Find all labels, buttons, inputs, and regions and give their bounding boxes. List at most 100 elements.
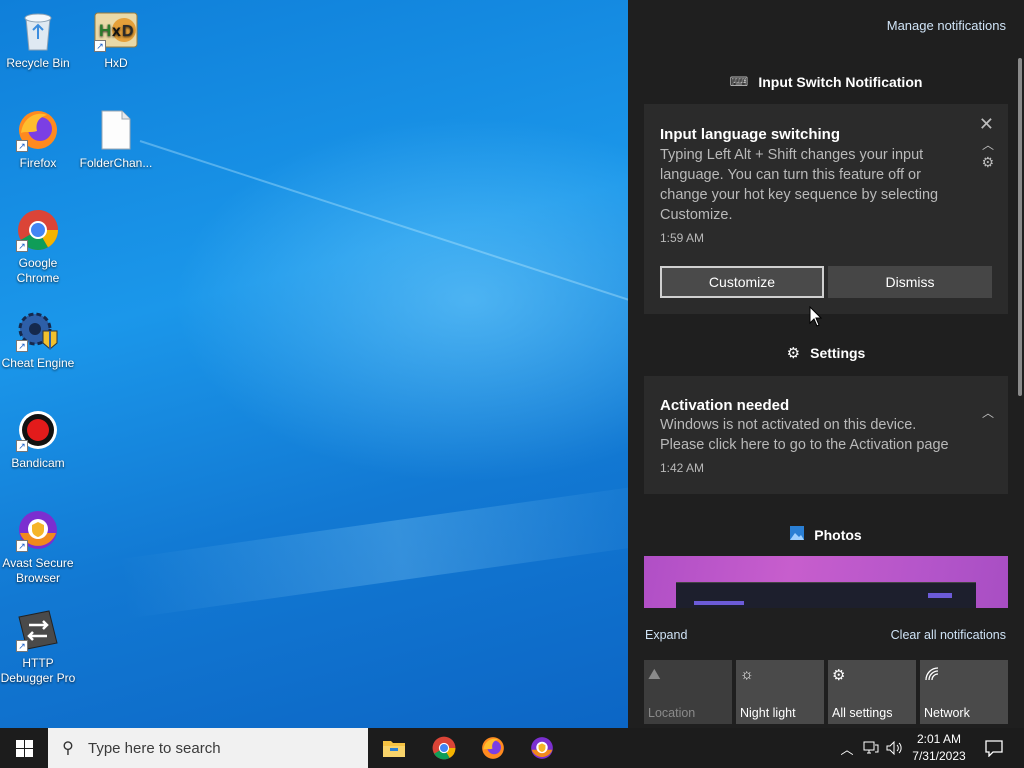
notification-icon <box>985 739 1003 757</box>
notification-body: Windows is not activated on this device.… <box>660 415 949 455</box>
notification-body-line: language. You can turn this feature off … <box>660 167 921 183</box>
windows-logo-icon <box>15 739 33 757</box>
desktop-icon-label: Recycle Bin <box>6 56 70 70</box>
customize-button[interactable]: Customize <box>660 266 824 298</box>
notification-title: Activation needed <box>660 397 790 414</box>
desktop-icon-label: Google Chrome <box>16 256 60 285</box>
action-center: Manage notifications ⌨ Input Switch Noti… <box>628 0 1024 728</box>
volume-icon[interactable] <box>884 728 906 768</box>
manage-notifications-link[interactable]: Manage notifications <box>887 18 1006 33</box>
group-header-input-switch[interactable]: ⌨ Input Switch Notification <box>644 74 1008 90</box>
search-placeholder: Type here to search <box>88 739 221 757</box>
desktop-icon-cheat-engine[interactable]: ↗ Cheat Engine <box>0 308 76 371</box>
svg-text:x: x <box>112 23 121 40</box>
group-title: Input Switch Notification <box>758 74 923 90</box>
photos-notification-thumbnail[interactable] <box>644 556 1008 608</box>
desktop-icon-http-debugger[interactable]: ↗ HTTP Debugger Pro <box>0 608 76 686</box>
avast-browser-icon <box>531 737 553 759</box>
quick-action-all-settings[interactable]: ⚙ All settings <box>828 660 916 724</box>
desktop-icon-firefox[interactable]: ↗ Firefox <box>0 108 76 171</box>
chrome-icon: ↗ <box>16 208 60 252</box>
expand-link[interactable]: Expand <box>645 628 687 642</box>
file-explorer-icon <box>383 741 405 757</box>
action-center-scrollbar[interactable] <box>1018 58 1022 396</box>
notification-body-line: Please click here to go to the Activatio… <box>660 437 949 453</box>
gear-icon: ⚙ <box>832 667 846 684</box>
file-icon <box>94 108 138 152</box>
clock-time: 2:01 AM <box>916 732 962 746</box>
notification-body: Typing Left Alt + Shift changes your inp… <box>660 145 938 225</box>
desktop-icon-bandicam[interactable]: ↗ Bandicam <box>0 408 76 471</box>
night-light-icon: ☼ <box>740 666 754 683</box>
chrome-icon <box>432 736 456 760</box>
clear-all-notifications-link[interactable]: Clear all notifications <box>891 628 1006 642</box>
desktop-icon-chrome[interactable]: ↗ Google Chrome <box>0 208 76 286</box>
notification-time: 1:42 AM <box>660 461 705 475</box>
network-icon <box>924 666 940 686</box>
network-tray-icon[interactable] <box>860 728 882 768</box>
start-button[interactable] <box>0 728 48 768</box>
quick-action-location[interactable]: ⛰ Location <box>644 660 732 724</box>
gear-icon[interactable]: ⚙ <box>981 154 994 171</box>
show-hidden-icons-chevron-icon[interactable]: ︿ <box>838 728 856 768</box>
group-header-photos[interactable]: Photos <box>644 526 1008 543</box>
taskbar: ⚲ Type here to search ︿ 2:01 AM 7/31/202… <box>0 728 1024 768</box>
thumbnail-detail <box>694 601 744 605</box>
group-title: Photos <box>814 526 862 543</box>
shortcut-arrow-icon: ↗ <box>16 440 28 452</box>
keyboard-icon: ⌨ <box>729 74 749 89</box>
taskbar-file-explorer[interactable] <box>370 728 418 768</box>
notification-card-input-language[interactable]: Input language switching Typing Left Alt… <box>644 104 1008 314</box>
quick-action-label: Location <box>648 706 696 720</box>
shortcut-arrow-icon: ↗ <box>16 340 28 352</box>
group-header-settings[interactable]: ⚙ Settings <box>644 344 1008 362</box>
quick-action-network[interactable]: Network <box>920 660 1008 724</box>
chevron-up-icon[interactable]: ︿ <box>982 404 994 421</box>
notification-title: Input language switching <box>660 126 840 143</box>
taskbar-clock[interactable]: 2:01 AM 7/31/2023 <box>908 731 970 765</box>
firefox-icon: ↗ <box>16 108 60 152</box>
desktop-icon-label: Avast Secure Browser <box>2 556 74 585</box>
chevron-up-icon[interactable]: ︿ <box>982 136 994 153</box>
desktop-icon-label: Firefox <box>19 156 57 170</box>
close-icon[interactable]: ✕ <box>979 114 994 135</box>
location-icon: ⛰ <box>648 666 661 683</box>
desktop-icon-label: HxD <box>104 56 128 70</box>
desktop-icon-label: Bandicam <box>11 456 65 470</box>
shortcut-arrow-icon: ↗ <box>16 240 28 252</box>
photos-icon <box>790 526 805 543</box>
taskbar-search-box[interactable]: ⚲ Type here to search <box>48 728 368 768</box>
taskbar-chrome[interactable] <box>420 728 468 768</box>
gear-icon: ⚙ <box>786 345 801 362</box>
desktop-icon-folderchan[interactable]: FolderChan... <box>78 108 154 171</box>
firefox-icon <box>482 737 504 759</box>
quick-action-night-light[interactable]: ☼ Night light <box>736 660 824 724</box>
avast-browser-icon: ↗ <box>16 508 60 552</box>
taskbar-firefox[interactable] <box>469 728 517 768</box>
hxd-icon: H x D ↗ <box>94 8 138 52</box>
taskbar-avast-browser[interactable] <box>518 728 566 768</box>
desktop-icon-hxd[interactable]: H x D ↗ HxD <box>78 8 154 71</box>
desktop-icon-avast-browser[interactable]: ↗ Avast Secure Browser <box>0 508 76 586</box>
svg-text:H: H <box>99 21 111 40</box>
http-debugger-icon: ↗ <box>16 608 60 652</box>
desktop-icon-recycle-bin[interactable]: Recycle Bin <box>0 8 76 71</box>
svg-text:D: D <box>122 23 134 40</box>
quick-action-label: Night light <box>740 706 796 720</box>
group-title: Settings <box>810 345 866 361</box>
bandicam-icon: ↗ <box>16 408 60 452</box>
wallpaper-beam <box>139 140 673 316</box>
quick-action-label: Network <box>924 706 970 720</box>
action-center-button[interactable] <box>974 728 1014 768</box>
notification-card-activation[interactable]: Activation needed Windows is not activat… <box>644 376 1008 494</box>
notification-body-line: Customize. <box>660 207 733 223</box>
dismiss-button[interactable]: Dismiss <box>828 266 992 298</box>
wallpaper-glow <box>118 481 682 619</box>
shortcut-arrow-icon: ↗ <box>16 540 28 552</box>
mouse-cursor-icon <box>809 305 823 333</box>
desktop-icon-label: HTTP Debugger Pro <box>0 656 76 685</box>
desktop-icon-label: Cheat Engine <box>1 356 75 370</box>
thumbnail-window <box>676 582 976 608</box>
recycle-bin-icon <box>16 8 60 52</box>
cheat-engine-icon: ↗ <box>16 308 60 352</box>
